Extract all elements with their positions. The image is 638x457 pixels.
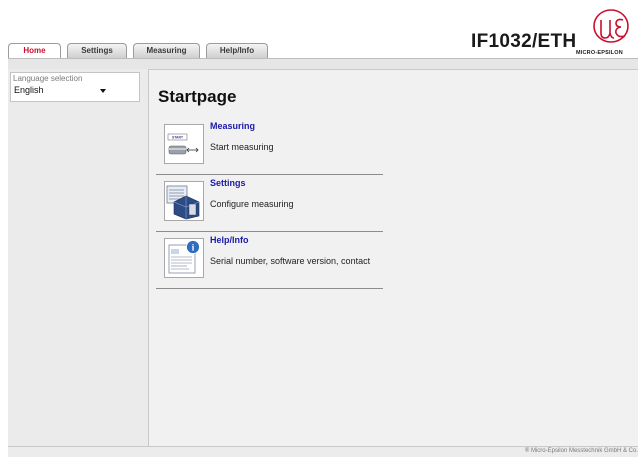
measuring-description: Start measuring	[210, 142, 274, 152]
tab-measuring[interactable]: Measuring	[133, 43, 200, 58]
help-info-link[interactable]: Help/Info	[210, 235, 249, 245]
language-selection-box: Language selection English	[10, 72, 140, 102]
tab-help-info[interactable]: Help/Info	[206, 43, 268, 58]
svg-text:START: START	[172, 136, 184, 140]
startpage-item-settings[interactable]: Settings Configure measuring	[156, 174, 383, 232]
start-measuring-icon[interactable]: START	[164, 124, 204, 164]
logo-text: MICRO-EPSILON	[576, 50, 623, 56]
help-info-description: Serial number, software version, contact	[210, 256, 371, 266]
tab-home[interactable]: Home	[8, 43, 61, 58]
device-title: IF1032/ETH	[471, 31, 577, 52]
settings-link[interactable]: Settings	[210, 178, 246, 188]
settings-panel-icon[interactable]	[164, 181, 204, 221]
micro-epsilon-logo: MICRO-EPSILON	[575, 8, 638, 56]
settings-description: Configure measuring	[210, 199, 294, 209]
info-document-icon[interactable]: i	[164, 238, 204, 278]
chevron-down-icon	[100, 89, 106, 93]
footer-copyright: ® Micro-Epsilon Messtechnik GmbH & Co.	[524, 448, 638, 454]
header: Home Settings Measuring Help/Info IF1032…	[8, 0, 638, 58]
startpage-item-measuring[interactable]: START Measuring Start measuring	[156, 117, 383, 175]
language-select[interactable]: English	[13, 85, 110, 97]
startpage-item-help-info[interactable]: i Help/Info Serial number, software vers…	[156, 231, 383, 289]
page-title: Startpage	[158, 87, 237, 106]
sidebar: Language selection English	[8, 69, 148, 446]
main-content: Startpage START Measuring Start measurin…	[148, 69, 638, 447]
main-tabs: Home Settings Measuring Help/Info	[8, 43, 274, 58]
language-select-value: English	[14, 85, 44, 95]
logo-mark-icon	[593, 9, 629, 43]
language-selection-label: Language selection	[13, 74, 83, 83]
tab-settings[interactable]: Settings	[67, 43, 127, 58]
footer: ® Micro-Epsilon Messtechnik GmbH & Co.	[8, 446, 638, 457]
measuring-link[interactable]: Measuring	[210, 121, 255, 131]
